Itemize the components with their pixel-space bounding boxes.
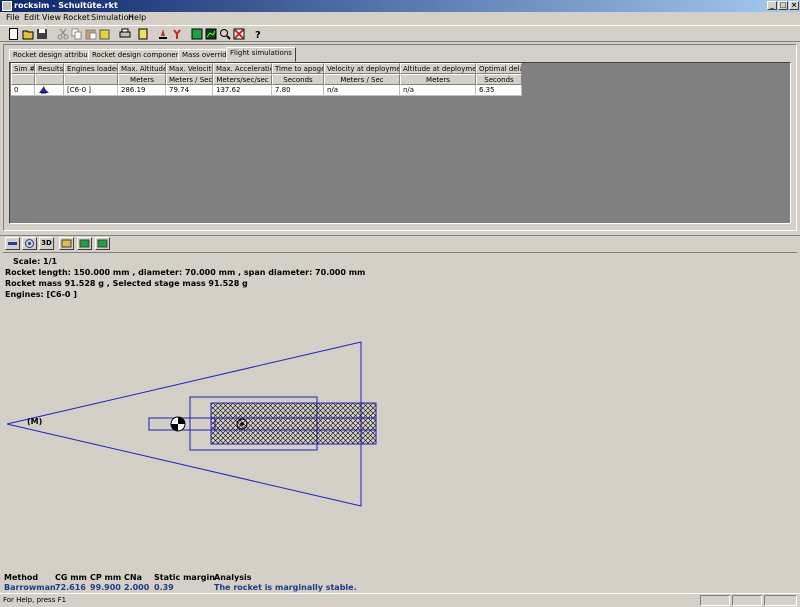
column-unit-sim-number bbox=[11, 74, 35, 85]
column-header-engines-loaded[interactable]: Engines loaded bbox=[64, 63, 118, 74]
stage-1-icon[interactable] bbox=[59, 237, 74, 250]
menu-file[interactable]: File bbox=[6, 13, 19, 22]
title-bar: rocksim - Schultüte.rkt _ □ × bbox=[0, 0, 800, 12]
tab-rocket-design-components[interactable]: Rocket design components bbox=[88, 49, 191, 61]
column-unit-optimal-delay: Seconds bbox=[476, 74, 522, 85]
status-text: For Help, press F1 bbox=[3, 596, 67, 604]
column-header-max-velocity[interactable]: Max. Velocity bbox=[166, 63, 213, 74]
column-unit-results bbox=[35, 74, 64, 85]
simulation-grid: Sim #0 Results Engines loaded [C6-0 ] Max. A… bbox=[9, 62, 791, 224]
tab-flight-simulations[interactable]: Flight simulations bbox=[226, 47, 296, 62]
stability-cna: 2.000 bbox=[124, 583, 150, 592]
close-button[interactable]: × bbox=[789, 1, 799, 10]
menu-bar: File Edit View Rocket Simulation Help bbox=[0, 12, 800, 24]
design-toolbar: 3D bbox=[3, 236, 797, 252]
new-icon[interactable] bbox=[7, 28, 20, 40]
stability-static-margin: 0.39 bbox=[154, 583, 174, 592]
help-icon[interactable]: ? bbox=[252, 28, 265, 41]
svg-text:?: ? bbox=[255, 30, 261, 40]
app-icon bbox=[2, 1, 12, 11]
column-unit-engines-loaded bbox=[64, 74, 118, 85]
stability-header-cna: CNa bbox=[124, 573, 142, 582]
column-unit-time-to-apogee: Seconds bbox=[272, 74, 324, 85]
cg-marker-icon bbox=[170, 416, 186, 432]
status-pane-3 bbox=[764, 595, 797, 606]
column-header-max-acceleration[interactable]: Max. Acceleration bbox=[213, 63, 272, 74]
marker-label: (M) bbox=[27, 417, 43, 426]
stability-header-cg: CG mm bbox=[55, 573, 87, 582]
stability-analysis: The rocket is marginally stable. bbox=[214, 583, 357, 592]
zoom-icon[interactable] bbox=[218, 28, 231, 40]
column-unit-max-velocity: Meters / Sec bbox=[166, 74, 213, 85]
table-cell-results[interactable] bbox=[35, 85, 64, 96]
table-cell-max-velocity[interactable]: 79.74 bbox=[166, 85, 213, 96]
end-view-icon[interactable] bbox=[22, 237, 37, 250]
stability-method: Barrowman bbox=[4, 583, 56, 592]
table-cell-max-acceleration[interactable]: 137.62 bbox=[213, 85, 272, 96]
column-header-results[interactable]: Results bbox=[35, 63, 64, 74]
menu-rocket[interactable]: Rocket bbox=[63, 13, 90, 22]
table-cell-optimal-delay[interactable]: 6.35 bbox=[476, 85, 522, 96]
column-header-time-to-apogee[interactable]: Time to apogee bbox=[272, 63, 324, 74]
launch-icon[interactable] bbox=[156, 28, 169, 40]
paste-icon[interactable] bbox=[84, 28, 97, 40]
column-unit-max-altitude: Meters bbox=[118, 74, 166, 85]
status-pane-1 bbox=[700, 595, 730, 606]
engine-casing bbox=[210, 402, 377, 445]
column-header-optimal-delay[interactable]: Optimal delay bbox=[476, 63, 522, 74]
stage-2-icon[interactable] bbox=[77, 237, 92, 250]
status-bar: For Help, press F1 bbox=[0, 593, 800, 607]
main-toolbar: ? bbox=[0, 25, 800, 42]
column-header-max-altitude[interactable]: Max. Altitude bbox=[118, 63, 166, 74]
results-rocket-icon[interactable] bbox=[38, 85, 50, 94]
table-cell-altitude-at-deployment[interactable]: n/a bbox=[400, 85, 476, 96]
simulation-panel: Rocket design attributes Rocket design c… bbox=[3, 44, 797, 231]
print-icon[interactable] bbox=[118, 28, 131, 40]
3d-view-button[interactable]: 3D bbox=[39, 237, 54, 250]
cancel-icon[interactable] bbox=[232, 28, 245, 40]
copy-icon[interactable] bbox=[70, 28, 83, 40]
column-header-velocity-at-deployment[interactable]: Velocity at deployment bbox=[324, 63, 400, 74]
engine-icon[interactable] bbox=[170, 28, 183, 40]
stability-header-cp: CP mm bbox=[90, 573, 122, 582]
chart-icon[interactable] bbox=[204, 28, 217, 40]
table-cell-time-to-apogee[interactable]: 7.80 bbox=[272, 85, 324, 96]
menu-view[interactable]: View bbox=[42, 13, 61, 22]
table-cell-velocity-at-deployment[interactable]: n/a bbox=[324, 85, 400, 96]
table-cell-sim-number[interactable]: 0 bbox=[11, 85, 35, 96]
stability-cg: 72.616 bbox=[55, 583, 86, 592]
stability-header-analysis: Analysis bbox=[214, 573, 252, 582]
stage-3-icon[interactable] bbox=[95, 237, 110, 250]
status-pane-2 bbox=[732, 595, 762, 606]
side-view-icon[interactable] bbox=[5, 237, 20, 250]
cut-icon[interactable] bbox=[56, 28, 69, 40]
menu-edit[interactable]: Edit bbox=[24, 13, 40, 22]
properties-icon[interactable] bbox=[136, 28, 149, 40]
maximize-button[interactable]: □ bbox=[778, 1, 788, 10]
menu-help[interactable]: Help bbox=[128, 13, 146, 22]
window-title: rocksim - Schultüte.rkt bbox=[14, 1, 118, 10]
grid-icon[interactable] bbox=[190, 28, 203, 40]
table-cell-max-altitude[interactable]: 286.19 bbox=[118, 85, 166, 96]
table-cell-engines-loaded[interactable]: [C6-0 ] bbox=[64, 85, 118, 96]
column-header-altitude-at-deployment[interactable]: Altitude at deployment bbox=[400, 63, 476, 74]
column-header-sim-number[interactable]: Sim # bbox=[11, 63, 35, 74]
minimize-button[interactable]: _ bbox=[767, 1, 777, 10]
column-unit-altitude-at-deployment: Meters bbox=[400, 74, 476, 85]
stability-header-static-margin: Static margin bbox=[154, 573, 215, 582]
save-icon[interactable] bbox=[35, 28, 48, 40]
rocket-drawing[interactable] bbox=[3, 253, 797, 563]
design-view: Scale: 1/1 Rocket length: 150.000 mm , d… bbox=[3, 252, 797, 592]
column-unit-velocity-at-deployment: Meters / Sec bbox=[324, 74, 400, 85]
column-unit-max-acceleration: Meters/sec/sec bbox=[213, 74, 272, 85]
stability-header-method: Method bbox=[4, 573, 39, 582]
stability-cp: 99.900 bbox=[90, 583, 121, 592]
open-icon[interactable] bbox=[21, 28, 34, 40]
paste-special-icon[interactable] bbox=[98, 28, 111, 40]
